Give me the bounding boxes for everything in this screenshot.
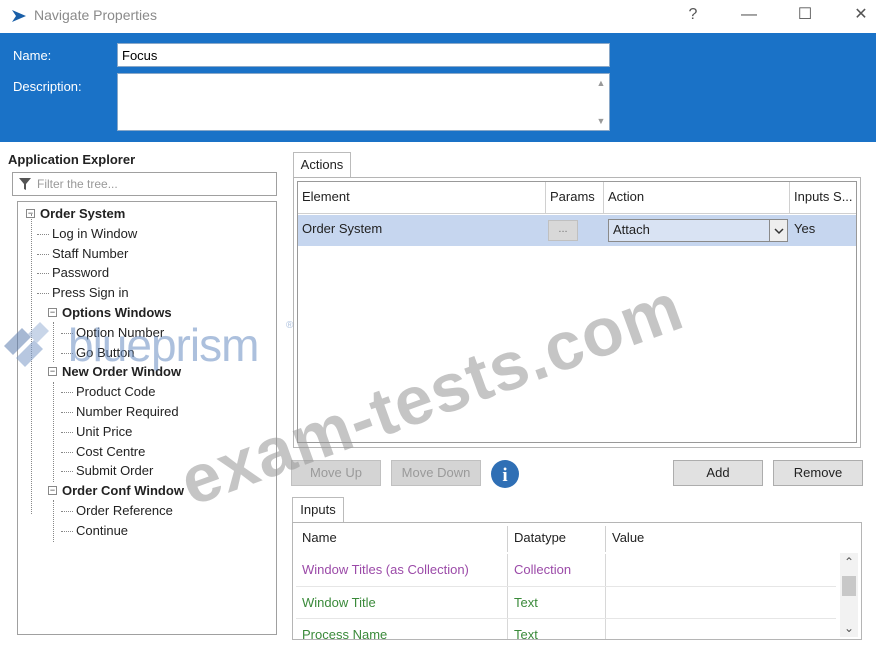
move-down-button[interactable]: Move Down — [391, 460, 481, 486]
info-circle: i — [491, 460, 519, 488]
filter-placeholder: Filter the tree... — [37, 177, 118, 191]
tree-node[interactable]: Order Reference — [76, 501, 173, 521]
tree-node[interactable]: Unit Price — [76, 422, 132, 442]
maximize-button[interactable]: ☐ — [792, 3, 818, 27]
tree-node[interactable]: Product Code — [76, 382, 156, 402]
blueprism-watermark: blueprism ® — [2, 318, 302, 378]
description-scrollbar[interactable]: ▲ ▼ — [593, 74, 609, 130]
blueprism-app-icon — [12, 10, 26, 22]
properties-header: Name: Description: ▲ ▼ — [0, 33, 876, 142]
chevron-down-shape — [774, 228, 784, 235]
help-button[interactable]: ? — [680, 3, 706, 27]
registered-mark: ® — [286, 320, 294, 331]
input-datatype: Text — [508, 587, 606, 619]
tree-node[interactable]: Continue — [76, 521, 128, 541]
tree-connector — [37, 233, 49, 235]
close-button[interactable]: ✕ — [848, 3, 874, 27]
row-element: Order System — [302, 221, 383, 236]
collapse-toggle-icon[interactable]: − — [48, 308, 57, 317]
application-explorer-title: Application Explorer — [8, 152, 136, 167]
scroll-down-icon[interactable]: ▼ — [593, 114, 609, 128]
tree-node[interactable]: Cost Centre — [76, 442, 145, 462]
title-bar: Navigate Properties ? — ☐ ✕ — [0, 0, 880, 32]
table-row[interactable]: Window Titles (as Collection) Collection — [296, 554, 836, 586]
column-header-action[interactable]: Action — [604, 182, 790, 213]
column-header-inputs-set[interactable]: Inputs S... — [790, 182, 858, 213]
tree-connector — [61, 471, 73, 473]
tree-connector — [61, 451, 73, 453]
filter-icon — [19, 178, 31, 190]
row-inputs-set: Yes — [794, 221, 816, 236]
info-glyph: i — [502, 465, 507, 486]
name-label: Name: — [13, 48, 52, 63]
tree-node[interactable]: Number Required — [76, 402, 179, 422]
tree-connector — [37, 273, 49, 275]
tree-connector — [61, 530, 73, 532]
input-value[interactable] — [606, 554, 836, 586]
action-dropdown[interactable]: Attach — [608, 219, 788, 242]
params-button[interactable]: ... — [548, 220, 578, 241]
scroll-up-icon[interactable]: ⌃ — [840, 555, 858, 569]
tab-actions[interactable]: Actions — [293, 152, 351, 178]
table-row[interactable]: Order System ... Attach Yes — [298, 215, 856, 246]
tree-node[interactable]: Log in Window — [52, 224, 137, 244]
description-textarea[interactable]: ▲ ▼ — [117, 73, 610, 131]
info-icon[interactable]: i — [490, 459, 520, 489]
column-header-name[interactable]: Name — [296, 526, 508, 552]
tree-connector — [37, 253, 49, 255]
scroll-up-icon[interactable]: ▲ — [593, 76, 609, 90]
tree-guide-line — [53, 382, 54, 482]
tree-node[interactable]: Press Sign in — [52, 283, 129, 303]
minimize-button[interactable]: — — [736, 3, 762, 27]
add-button[interactable]: Add — [673, 460, 763, 486]
move-up-button[interactable]: Move Up — [291, 460, 381, 486]
application-tree[interactable]: − Order System Log in Window Staff Number Pa… — [17, 201, 277, 635]
column-header-element[interactable]: Element — [298, 182, 546, 213]
chevron-down-icon[interactable] — [769, 220, 787, 241]
tree-node[interactable]: Order System — [40, 204, 125, 224]
table-row[interactable]: Window Title Text — [296, 586, 836, 619]
input-datatype: Text — [508, 619, 606, 639]
collapse-toggle-icon[interactable]: − — [48, 486, 57, 496]
input-name: Process Name — [296, 619, 508, 639]
tree-node[interactable]: Submit Order — [76, 461, 153, 481]
blueprism-logo-mark — [4, 322, 49, 367]
tab-inputs[interactable]: Inputs — [292, 497, 344, 523]
tree-node[interactable]: Staff Number — [52, 244, 128, 264]
window-title: Navigate Properties — [34, 7, 157, 23]
inputs-scrollbar[interactable]: ⌃ ⌄ — [840, 553, 858, 637]
table-row[interactable]: Process Name Text — [296, 618, 836, 639]
column-header-datatype[interactable]: Datatype — [508, 526, 606, 552]
input-name: Window Title — [296, 587, 508, 619]
tree-connector — [37, 293, 49, 295]
column-header-value[interactable]: Value — [606, 526, 836, 552]
inputs-panel: Name Datatype Value Window Titles (as Co… — [292, 522, 862, 640]
input-name: Window Titles (as Collection) — [296, 554, 508, 586]
scroll-thumb[interactable] — [842, 576, 856, 596]
tree-connector — [61, 431, 73, 433]
tree-connector — [61, 511, 73, 512]
tree-guide-line — [53, 500, 54, 542]
description-label: Description: — [13, 79, 82, 94]
column-header-params[interactable]: Params — [546, 182, 604, 213]
input-datatype: Collection — [508, 554, 606, 586]
blueprism-logo-text: blueprism — [68, 319, 259, 371]
tree-connector — [61, 412, 73, 413]
tree-filter-input[interactable]: Filter the tree... — [12, 172, 277, 196]
input-value[interactable] — [606, 587, 836, 619]
actions-table: Element Params Action Inputs S... Order … — [297, 181, 857, 443]
input-value[interactable] — [606, 619, 836, 639]
action-value: Attach — [613, 222, 650, 237]
actions-panel: Element Params Action Inputs S... Order … — [293, 177, 861, 448]
tree-connector — [61, 392, 73, 394]
tree-node[interactable]: Order Conf Window — [62, 481, 184, 501]
name-input[interactable] — [117, 43, 610, 67]
remove-button[interactable]: Remove — [773, 460, 863, 486]
tree-node[interactable]: Password — [52, 263, 109, 283]
scroll-down-icon[interactable]: ⌄ — [840, 621, 858, 635]
header-divider — [298, 213, 856, 214]
